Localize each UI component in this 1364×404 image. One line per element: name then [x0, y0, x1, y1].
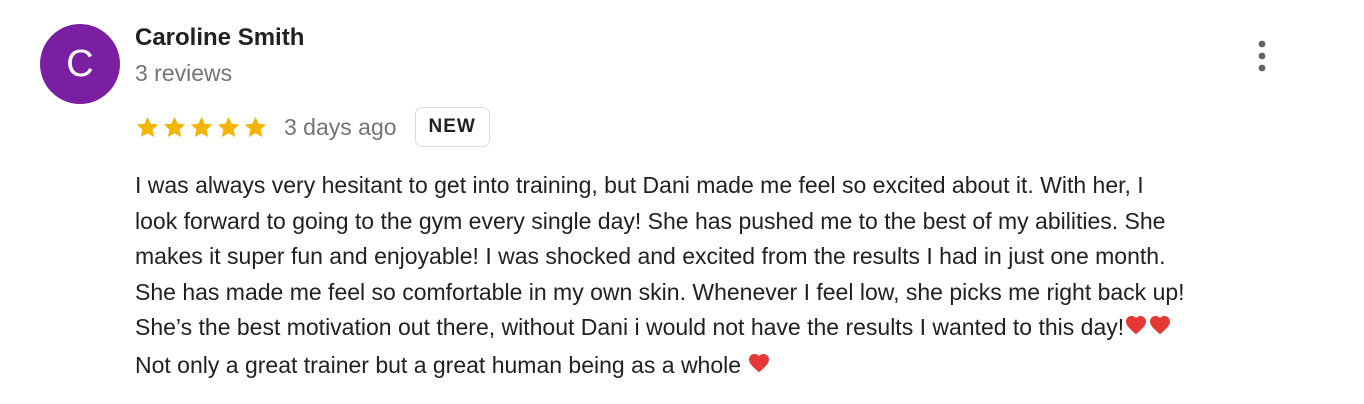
reviewer-name[interactable]: Caroline Smith: [135, 24, 304, 52]
review-text-line: She has made me feel so comfortable in m…: [135, 278, 1185, 305]
rating-row: 3 days ago NEW: [135, 106, 490, 148]
star-icon: [162, 115, 187, 140]
star-icon: [216, 115, 241, 140]
heart-icon: [1148, 312, 1172, 348]
vertical-dots-icon: [1258, 40, 1266, 72]
review-text: I was always very hesitant to get into t…: [135, 168, 1335, 385]
reviewer-reviews-count[interactable]: 3 reviews: [135, 60, 232, 87]
new-badge: NEW: [414, 107, 490, 147]
review-time-ago: 3 days ago: [284, 113, 397, 140]
star-icon: [243, 115, 268, 140]
review-card: C Caroline Smith 3 reviews 3 days ago NE…: [0, 0, 1364, 404]
avatar[interactable]: C: [40, 24, 120, 104]
review-text-line: look forward to going to the gym every s…: [135, 207, 1166, 234]
avatar-initial: C: [66, 43, 94, 85]
review-text-line: She’s the best motivation out there, wit…: [135, 310, 1335, 348]
star-icon: [135, 115, 160, 140]
review-text-line: Not only a great trainer but a great hum…: [135, 348, 1335, 386]
more-options-button[interactable]: [1244, 36, 1280, 76]
star-icon: [189, 115, 214, 140]
heart-icon: [747, 350, 771, 386]
review-text-line: I was always very hesitant to get into t…: [135, 172, 1144, 198]
heart-icon: [1124, 312, 1148, 348]
star-rating: [135, 106, 268, 148]
review-text-line: makes it super fun and enjoyable! I was …: [135, 243, 1166, 269]
